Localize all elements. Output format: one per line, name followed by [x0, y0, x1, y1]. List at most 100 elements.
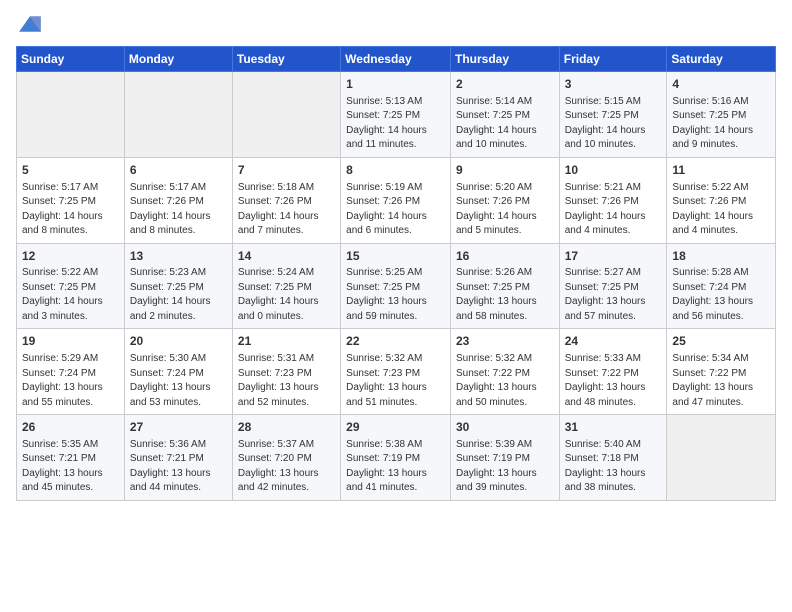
day-number: 10 [565, 162, 662, 179]
day-number: 24 [565, 333, 662, 350]
cell-content: Sunrise: 5:36 AM Sunset: 7:21 PM Dayligh… [130, 438, 227, 496]
day-number: 15 [346, 248, 445, 265]
day-number: 7 [238, 162, 335, 179]
cell-content: Sunrise: 5:19 AM Sunset: 7:26 PM Dayligh… [346, 181, 445, 239]
cell-content: Sunrise: 5:38 AM Sunset: 7:19 PM Dayligh… [346, 438, 445, 496]
calendar-cell: 18Sunrise: 5:28 AM Sunset: 7:24 PM Dayli… [667, 243, 776, 329]
day-number: 11 [672, 162, 770, 179]
calendar: SundayMondayTuesdayWednesdayThursdayFrid… [16, 46, 776, 501]
calendar-cell: 17Sunrise: 5:27 AM Sunset: 7:25 PM Dayli… [559, 243, 667, 329]
calendar-cell [124, 72, 232, 158]
cell-content: Sunrise: 5:17 AM Sunset: 7:25 PM Dayligh… [22, 181, 119, 239]
weekday-header-saturday: Saturday [667, 47, 776, 72]
calendar-cell: 13Sunrise: 5:23 AM Sunset: 7:25 PM Dayli… [124, 243, 232, 329]
calendar-cell: 8 Sunrise: 5:19 AM Sunset: 7:26 PM Daylig… [341, 157, 451, 243]
cell-content: Sunrise: 5:27 AM Sunset: 7:25 PM Dayligh… [565, 266, 662, 324]
calendar-cell: 7 Sunrise: 5:18 AM Sunset: 7:26 PM Daylig… [232, 157, 340, 243]
cell-content: Sunrise: 5:22 AM Sunset: 7:26 PM Dayligh… [672, 181, 770, 239]
week-row-2: 5 Sunrise: 5:17 AM Sunset: 7:25 PM Daylig… [17, 157, 776, 243]
day-number: 4 [672, 76, 770, 93]
calendar-cell: 15Sunrise: 5:25 AM Sunset: 7:25 PM Dayli… [341, 243, 451, 329]
calendar-cell: 3Sunrise: 5:15 AM Sunset: 7:25 PM Daylig… [559, 72, 667, 158]
calendar-cell: 10 Sunrise: 5:21 AM Sunset: 7:26 PM Dayli… [559, 157, 667, 243]
calendar-cell: 30Sunrise: 5:39 AM Sunset: 7:19 PM Dayli… [450, 415, 559, 501]
cell-content: Sunrise: 5:13 AM Sunset: 7:25 PM Dayligh… [346, 95, 445, 153]
cell-content: Sunrise: 5:18 AM Sunset: 7:26 PM Dayligh… [238, 181, 335, 239]
calendar-cell: 26 Sunrise: 5:35 AM Sunset: 7:21 PM Dayli… [17, 415, 125, 501]
cell-content: Sunrise: 5:34 AM Sunset: 7:22 PM Dayligh… [672, 352, 770, 410]
day-number: 9 [456, 162, 554, 179]
day-number: 13 [130, 248, 227, 265]
header [16, 10, 776, 38]
cell-content: Sunrise: 5:29 AM Sunset: 7:24 PM Dayligh… [22, 352, 119, 410]
day-number: 6 [130, 162, 227, 179]
cell-content: Sunrise: 5:32 AM Sunset: 7:23 PM Dayligh… [346, 352, 445, 410]
week-row-5: 26 Sunrise: 5:35 AM Sunset: 7:21 PM Dayli… [17, 415, 776, 501]
day-number: 5 [22, 162, 119, 179]
cell-content: Sunrise: 5:40 AM Sunset: 7:18 PM Dayligh… [565, 438, 662, 496]
cell-content: Sunrise: 5:35 AM Sunset: 7:21 PM Dayligh… [22, 438, 119, 496]
calendar-cell: 2 Sunrise: 5:14 AM Sunset: 7:25 PM Daylig… [450, 72, 559, 158]
day-number: 27 [130, 419, 227, 436]
weekday-header-row: SundayMondayTuesdayWednesdayThursdayFrid… [17, 47, 776, 72]
calendar-cell: 11 Sunrise: 5:22 AM Sunset: 7:26 PM Dayli… [667, 157, 776, 243]
day-number: 25 [672, 333, 770, 350]
cell-content: Sunrise: 5:32 AM Sunset: 7:22 PM Dayligh… [456, 352, 554, 410]
weekday-header-monday: Monday [124, 47, 232, 72]
calendar-cell: 19Sunrise: 5:29 AM Sunset: 7:24 PM Dayli… [17, 329, 125, 415]
calendar-cell: 25 Sunrise: 5:34 AM Sunset: 7:22 PM Dayli… [667, 329, 776, 415]
cell-content: Sunrise: 5:14 AM Sunset: 7:25 PM Dayligh… [456, 95, 554, 153]
cell-content: Sunrise: 5:16 AM Sunset: 7:25 PM Dayligh… [672, 95, 770, 153]
cell-content: Sunrise: 5:24 AM Sunset: 7:25 PM Dayligh… [238, 266, 335, 324]
cell-content: Sunrise: 5:17 AM Sunset: 7:26 PM Dayligh… [130, 181, 227, 239]
day-number: 14 [238, 248, 335, 265]
day-number: 28 [238, 419, 335, 436]
cell-content: Sunrise: 5:28 AM Sunset: 7:24 PM Dayligh… [672, 266, 770, 324]
week-row-3: 12Sunrise: 5:22 AM Sunset: 7:25 PM Dayli… [17, 243, 776, 329]
day-number: 1 [346, 76, 445, 93]
day-number: 12 [22, 248, 119, 265]
calendar-cell: 5 Sunrise: 5:17 AM Sunset: 7:25 PM Daylig… [17, 157, 125, 243]
calendar-cell: 12Sunrise: 5:22 AM Sunset: 7:25 PM Dayli… [17, 243, 125, 329]
weekday-header-tuesday: Tuesday [232, 47, 340, 72]
cell-content: Sunrise: 5:15 AM Sunset: 7:25 PM Dayligh… [565, 95, 662, 153]
day-number: 31 [565, 419, 662, 436]
calendar-cell: 1 Sunrise: 5:13 AM Sunset: 7:25 PM Daylig… [341, 72, 451, 158]
calendar-cell [17, 72, 125, 158]
cell-content: Sunrise: 5:25 AM Sunset: 7:25 PM Dayligh… [346, 266, 445, 324]
day-number: 2 [456, 76, 554, 93]
calendar-cell: 23Sunrise: 5:32 AM Sunset: 7:22 PM Dayli… [450, 329, 559, 415]
day-number: 21 [238, 333, 335, 350]
day-number: 22 [346, 333, 445, 350]
cell-content: Sunrise: 5:22 AM Sunset: 7:25 PM Dayligh… [22, 266, 119, 324]
calendar-cell: 27 Sunrise: 5:36 AM Sunset: 7:21 PM Dayli… [124, 415, 232, 501]
cell-content: Sunrise: 5:31 AM Sunset: 7:23 PM Dayligh… [238, 352, 335, 410]
logo [16, 10, 48, 38]
day-number: 20 [130, 333, 227, 350]
calendar-cell: 24Sunrise: 5:33 AM Sunset: 7:22 PM Dayli… [559, 329, 667, 415]
week-row-1: 1 Sunrise: 5:13 AM Sunset: 7:25 PM Daylig… [17, 72, 776, 158]
day-number: 26 [22, 419, 119, 436]
calendar-cell: 4 Sunrise: 5:16 AM Sunset: 7:25 PM Daylig… [667, 72, 776, 158]
weekday-header-sunday: Sunday [17, 47, 125, 72]
day-number: 16 [456, 248, 554, 265]
calendar-cell: 16Sunrise: 5:26 AM Sunset: 7:25 PM Dayli… [450, 243, 559, 329]
calendar-cell: 28Sunrise: 5:37 AM Sunset: 7:20 PM Dayli… [232, 415, 340, 501]
calendar-cell: 21 Sunrise: 5:31 AM Sunset: 7:23 PM Dayli… [232, 329, 340, 415]
cell-content: Sunrise: 5:20 AM Sunset: 7:26 PM Dayligh… [456, 181, 554, 239]
day-number: 8 [346, 162, 445, 179]
calendar-cell: 29 Sunrise: 5:38 AM Sunset: 7:19 PM Dayli… [341, 415, 451, 501]
calendar-cell [667, 415, 776, 501]
cell-content: Sunrise: 5:21 AM Sunset: 7:26 PM Dayligh… [565, 181, 662, 239]
day-number: 18 [672, 248, 770, 265]
calendar-cell: 6 Sunrise: 5:17 AM Sunset: 7:26 PM Daylig… [124, 157, 232, 243]
calendar-cell [232, 72, 340, 158]
day-number: 29 [346, 419, 445, 436]
page: SundayMondayTuesdayWednesdayThursdayFrid… [0, 0, 792, 612]
calendar-cell: 20Sunrise: 5:30 AM Sunset: 7:24 PM Dayli… [124, 329, 232, 415]
cell-content: Sunrise: 5:23 AM Sunset: 7:25 PM Dayligh… [130, 266, 227, 324]
calendar-cell: 14Sunrise: 5:24 AM Sunset: 7:25 PM Dayli… [232, 243, 340, 329]
day-number: 17 [565, 248, 662, 265]
logo-icon [16, 10, 44, 38]
weekday-header-wednesday: Wednesday [341, 47, 451, 72]
